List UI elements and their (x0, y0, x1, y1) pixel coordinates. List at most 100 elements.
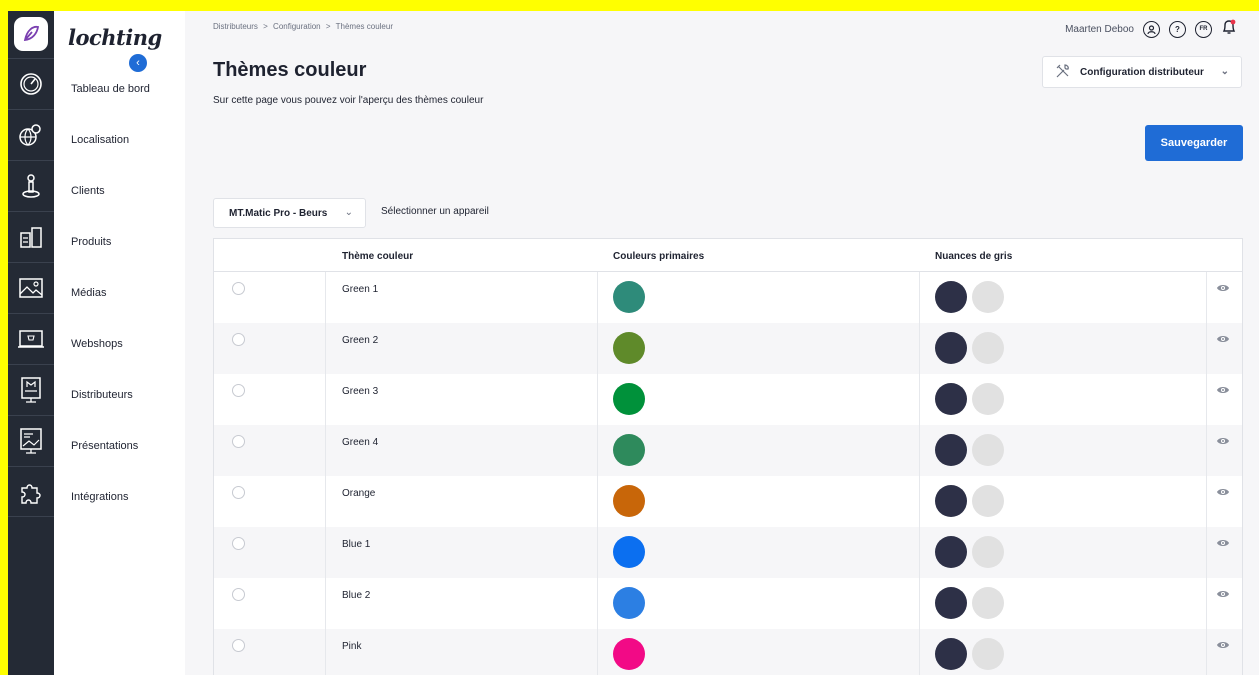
primary-color-swatch (613, 536, 645, 568)
gray-swatch-light (972, 383, 1004, 415)
user-name: Maarten Deboo (1065, 23, 1134, 35)
column-divider (325, 272, 326, 675)
primary-color-swatch (613, 383, 645, 415)
theme-radio[interactable] (232, 537, 245, 550)
main-content: Distributeurs > Configuration > Thèmes c… (185, 11, 1259, 675)
gray-swatch-dark (935, 587, 967, 619)
theme-radio[interactable] (232, 384, 245, 397)
gray-swatch-dark (935, 485, 967, 517)
sidebar-item-integrations[interactable]: Intégrations (71, 491, 128, 503)
person-pin-icon[interactable] (8, 160, 54, 211)
theme-name: Green 2 (342, 335, 379, 346)
theme-name: Orange (342, 488, 376, 499)
app-logo-icon[interactable] (14, 17, 48, 51)
preview-eye-icon[interactable] (1216, 436, 1230, 446)
preview-eye-icon[interactable] (1216, 589, 1230, 599)
table-row[interactable]: Green 2 (214, 323, 1242, 374)
theme-name: Green 1 (342, 284, 379, 295)
presentation-icon[interactable] (8, 415, 54, 466)
gray-swatch-dark (935, 434, 967, 466)
configuration-dropdown[interactable]: Configuration distributeur ⌄ (1042, 56, 1242, 88)
page-title: Thèmes couleur (213, 59, 367, 81)
collapse-sidebar-button[interactable]: ‹ (129, 54, 147, 72)
primary-color-swatch (613, 332, 645, 364)
preview-eye-icon[interactable] (1216, 640, 1230, 650)
device-select[interactable]: MT.Matic Pro - Beurs ⌄ (213, 198, 366, 228)
distributor-icon[interactable] (8, 364, 54, 415)
primary-color-swatch (613, 587, 645, 619)
preview-eye-icon[interactable] (1216, 385, 1230, 395)
primary-color-swatch (613, 485, 645, 517)
theme-name: Green 4 (342, 437, 379, 448)
primary-color-swatch (613, 638, 645, 670)
column-divider (1206, 272, 1207, 675)
theme-radio[interactable] (232, 333, 245, 346)
breadcrumb-item[interactable]: Configuration (273, 22, 321, 31)
theme-radio[interactable] (232, 588, 245, 601)
products-icon[interactable] (8, 211, 54, 262)
gray-swatch-light (972, 638, 1004, 670)
help-icon[interactable]: ? (1169, 20, 1186, 38)
language-selector[interactable]: FR (1195, 20, 1212, 38)
table-row[interactable]: Blue 2 (214, 578, 1242, 629)
sidebar-item-clients[interactable]: Clients (71, 185, 105, 197)
gray-swatch-dark (935, 536, 967, 568)
image-icon[interactable] (8, 262, 54, 313)
sidebar-item-produits[interactable]: Produits (71, 236, 111, 248)
sidebar-item-presentations[interactable]: Présentations (71, 440, 138, 452)
table-row[interactable]: Orange (214, 476, 1242, 527)
preview-eye-icon[interactable] (1216, 334, 1230, 344)
breadcrumb-item-current: Thèmes couleur (335, 22, 393, 31)
primary-color-swatch (613, 281, 645, 313)
sidebar-item-medias[interactable]: Médias (71, 287, 106, 299)
app-frame: lochting Tableau de bord Localisation Cl… (8, 11, 1259, 675)
theme-radio[interactable] (232, 639, 245, 652)
webshop-icon[interactable] (8, 313, 54, 364)
sidebar-item-distributeurs[interactable]: Distributeurs (71, 389, 133, 401)
puzzle-icon[interactable] (8, 466, 54, 517)
preview-eye-icon[interactable] (1216, 538, 1230, 548)
sidebar-item-dashboard[interactable]: Tableau de bord (71, 83, 150, 95)
sidebar-item-webshops[interactable]: Webshops (71, 338, 123, 350)
chevron-down-icon: ⌄ (344, 207, 353, 218)
table-row[interactable]: Green 4 (214, 425, 1242, 476)
table-row[interactable]: Green 1 (214, 272, 1242, 323)
theme-name: Blue 1 (342, 539, 371, 550)
device-select-label: Sélectionner un appareil (381, 206, 489, 217)
page-subtitle: Sur cette page vous pouvez voir l'aperçu… (213, 95, 484, 106)
tools-icon (1055, 63, 1071, 82)
theme-radio[interactable] (232, 486, 245, 499)
gray-swatch-light (972, 587, 1004, 619)
gray-swatch-dark (935, 638, 967, 670)
theme-radio[interactable] (232, 282, 245, 295)
brand-logo: lochting (68, 25, 162, 50)
preview-eye-icon[interactable] (1216, 487, 1230, 497)
sidebar-item-localisation[interactable]: Localisation (71, 134, 129, 146)
gray-swatch-dark (935, 332, 967, 364)
breadcrumb-item[interactable]: Distributeurs (213, 22, 258, 31)
gray-swatch-light (972, 281, 1004, 313)
table-row[interactable]: Green 3 (214, 374, 1242, 425)
primary-color-swatch (613, 434, 645, 466)
table-header: Thème couleur Couleurs primaires Nuances… (214, 239, 1242, 272)
theme-radio[interactable] (232, 435, 245, 448)
column-header-theme: Thème couleur (342, 251, 414, 262)
theme-name: Blue 2 (342, 590, 371, 601)
globe-pin-icon[interactable] (8, 109, 54, 160)
dashboard-icon[interactable] (8, 58, 54, 109)
column-header-primary: Couleurs primaires (613, 251, 705, 262)
table-row[interactable]: Blue 1 (214, 527, 1242, 578)
column-header-grays: Nuances de gris (935, 251, 1013, 262)
table-row[interactable]: Pink (214, 629, 1242, 675)
gray-swatch-light (972, 332, 1004, 364)
theme-name: Pink (342, 641, 362, 652)
user-profile-icon[interactable] (1143, 20, 1160, 38)
user-toolbar: Maarten Deboo ? FR (1065, 19, 1237, 39)
column-divider (919, 272, 920, 675)
notification-bell-icon[interactable] (1221, 19, 1237, 39)
breadcrumb: Distributeurs > Configuration > Thèmes c… (213, 22, 396, 31)
breadcrumb-separator: > (263, 22, 268, 31)
theme-name: Green 3 (342, 386, 379, 397)
save-button[interactable]: Sauvegarder (1145, 125, 1243, 161)
preview-eye-icon[interactable] (1216, 283, 1230, 293)
